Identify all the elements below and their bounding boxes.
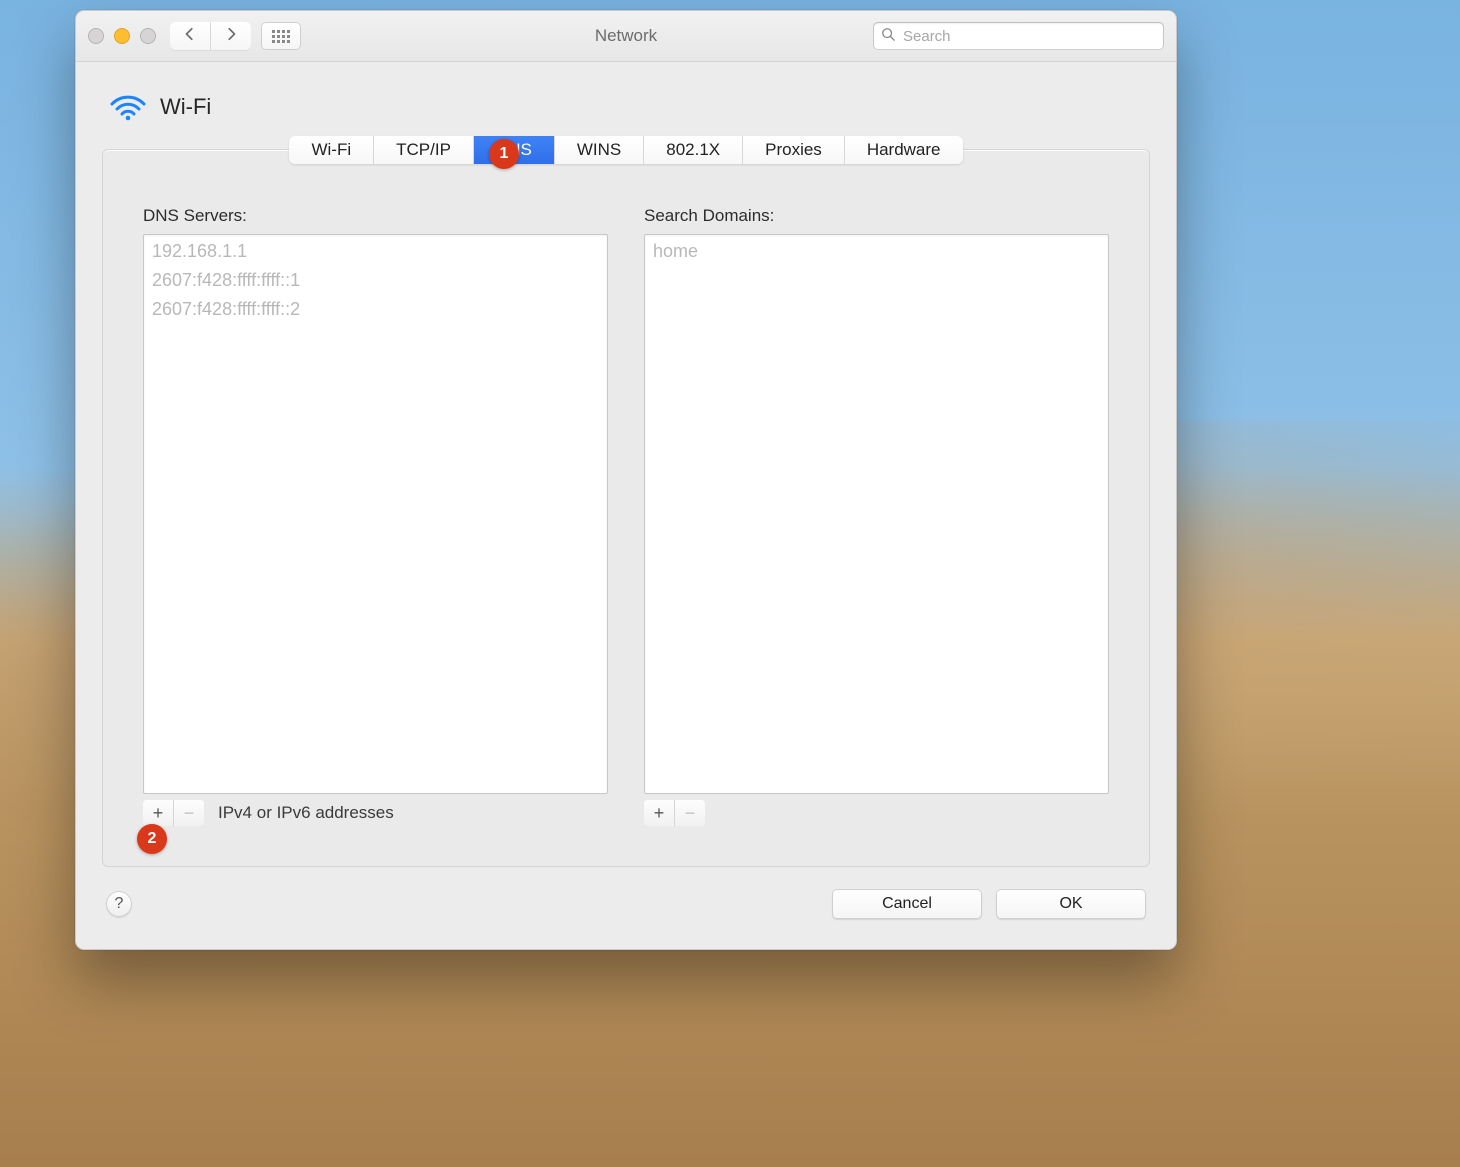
search-domains-label: Search Domains: [644,206,1109,226]
footer: ? Cancel OK [102,875,1150,933]
traffic-lights [88,28,156,44]
list-item[interactable]: home [653,237,1100,266]
tab-dns[interactable]: DNS [474,136,555,164]
wifi-icon [108,92,148,122]
plus-icon: + [153,803,164,824]
titlebar: Network [76,11,1176,62]
tab-wins[interactable]: WINS [555,136,644,164]
list-item[interactable]: 192.168.1.1 [152,237,599,266]
tab-bar: Wi-FiTCP/IPDNSWINS802.1XProxiesHardware [289,136,962,164]
dns-servers-column: DNS Servers: 192.168.1.12607:f428:ffff:f… [143,206,608,826]
interface-header: Wi-Fi [102,92,1150,122]
search-field-wrap[interactable] [873,22,1164,50]
forward-button[interactable] [210,22,251,50]
ok-button[interactable]: OK [996,889,1146,919]
search-input[interactable] [901,27,1156,46]
minus-icon: − [685,803,696,824]
sd-add-remove-group: + − [644,800,705,826]
help-button[interactable]: ? [106,891,132,917]
tab-hardware[interactable]: Hardware [845,136,963,164]
network-preferences-window: Network Wi-Fi Wi-FiTCP/IPDNSWINS802.1XPr… [75,10,1177,950]
search-domains-column: Search Domains: home + − [644,206,1109,826]
dns-add-button[interactable]: + [143,800,173,826]
dns-remove-button[interactable]: − [173,800,204,826]
nav-segment [170,22,251,50]
list-item[interactable]: 2607:f428:ffff:ffff::1 [152,266,599,295]
dns-servers-label: DNS Servers: [143,206,608,226]
search-icon [881,27,895,46]
grid-icon [272,30,290,43]
cancel-label: Cancel [882,895,932,913]
help-icon: ? [115,895,124,913]
close-window-button[interactable] [88,28,104,44]
cancel-button[interactable]: Cancel [832,889,982,919]
list-item[interactable]: 2607:f428:ffff:ffff::2 [152,295,599,324]
dns-add-remove-group: + − [143,800,204,826]
plus-icon: + [654,803,665,824]
back-button[interactable] [170,22,210,50]
show-all-button[interactable] [261,22,301,50]
minus-icon: − [184,803,195,824]
dns-hint: IPv4 or IPv6 addresses [218,803,394,823]
tab-proxies[interactable]: Proxies [743,136,845,164]
search-domains-list[interactable]: home [644,234,1109,794]
ok-label: OK [1059,895,1082,913]
tab-wifi[interactable]: Wi-Fi [289,136,374,164]
dns-servers-list[interactable]: 192.168.1.12607:f428:ffff:ffff::12607:f4… [143,234,608,794]
chevron-right-icon [224,27,238,46]
tab-8021x[interactable]: 802.1X [644,136,743,164]
interface-name: Wi-Fi [160,94,211,120]
sd-remove-button[interactable]: − [674,800,705,826]
tab-tcpip[interactable]: TCP/IP [374,136,474,164]
chevron-left-icon [183,27,197,46]
window-body: Wi-Fi Wi-FiTCP/IPDNSWINS802.1XProxiesHar… [76,62,1176,949]
dns-panel: DNS Servers: 192.168.1.12607:f428:ffff:f… [102,149,1150,867]
zoom-window-button[interactable] [140,28,156,44]
sd-add-button[interactable]: + [644,800,674,826]
minimize-window-button[interactable] [114,28,130,44]
